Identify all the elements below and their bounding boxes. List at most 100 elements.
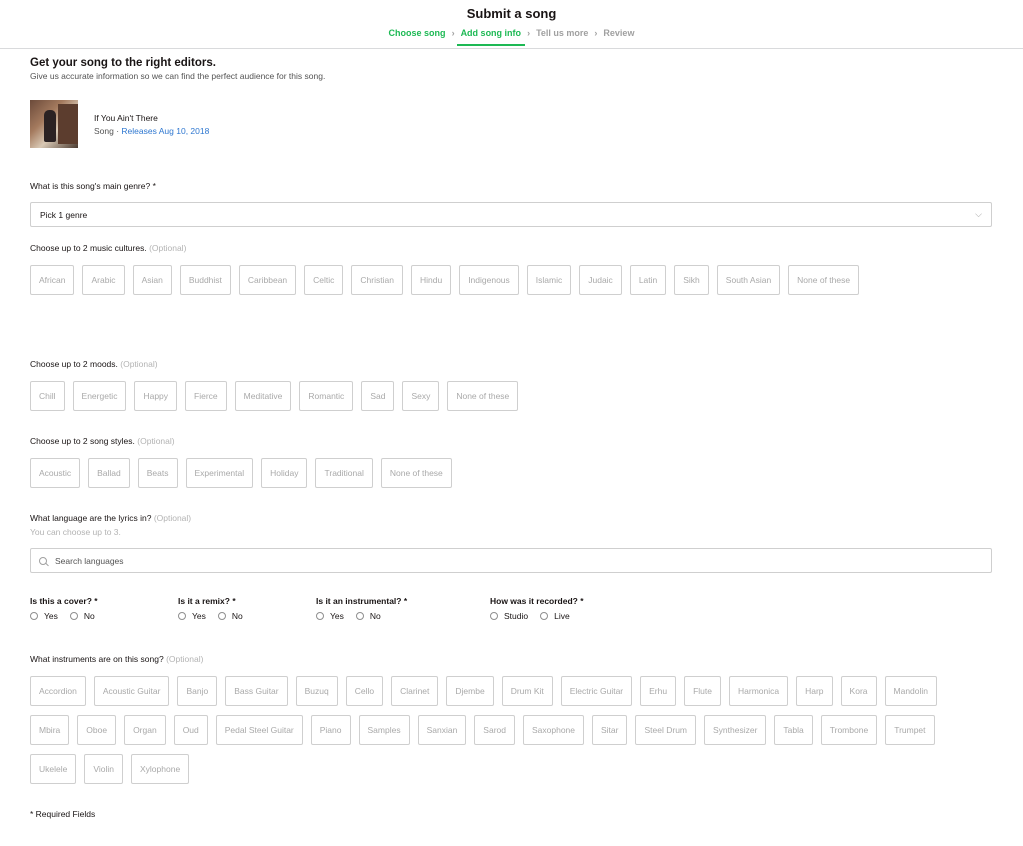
chip-accordion[interactable]: Accordion [30,676,86,706]
chip-romantic[interactable]: Romantic [299,381,354,411]
chip-judaic[interactable]: Judaic [579,265,622,295]
chip-samples[interactable]: Samples [358,715,410,745]
step-add-song-info[interactable]: Add song info [456,28,526,46]
chip-mandolin[interactable]: Mandolin [884,676,938,706]
radio-studio[interactable]: Studio [490,611,528,621]
chip-erhu[interactable]: Erhu [640,676,677,706]
genre-label-text: What is this song's main genre? * [30,181,156,191]
radio-no[interactable]: No [355,611,381,621]
chip-cello[interactable]: Cello [345,676,384,706]
chip-experimental[interactable]: Experimental [185,458,254,488]
language-label-text: What language are the lyrics in? [30,513,152,523]
chevron-down-icon: ⌵ [975,209,982,219]
chip-trumpet[interactable]: Trumpet [885,715,935,745]
radio-yes[interactable]: Yes [316,611,344,621]
chip-oud[interactable]: Oud [173,715,208,745]
chip-tabla[interactable]: Tabla [774,715,813,745]
chip-drum-kit[interactable]: Drum Kit [501,676,553,706]
language-search[interactable] [30,548,992,573]
chip-clarinet[interactable]: Clarinet [391,676,439,706]
chip-islamic[interactable]: Islamic [526,265,572,295]
step-choose-song[interactable]: Choose song [385,28,450,38]
genre-label: What is this song's main genre? * [30,181,156,191]
chip-sarod[interactable]: Sarod [474,715,515,745]
chip-indigenous[interactable]: Indigenous [459,265,519,295]
radio-label: No [231,611,243,621]
chip-none-of-these[interactable]: None of these [380,458,452,488]
chip-electric-guitar[interactable]: Electric Guitar [560,676,633,706]
chip-saxophone[interactable]: Saxophone [522,715,584,745]
chip-sikh[interactable]: Sikh [674,265,709,295]
form-content: Get your song to the right editors. Give… [30,57,992,819]
chip-sanxian[interactable]: Sanxian [417,715,467,745]
chip-buzuq[interactable]: Buzuq [295,676,338,706]
optional-tag: (Optional) [120,359,158,369]
chip-caribbean[interactable]: Caribbean [238,265,297,295]
chip-sitar[interactable]: Sitar [592,715,628,745]
chip-harp[interactable]: Harp [796,676,833,706]
chip-sexy[interactable]: Sexy [402,381,440,411]
genre-select-value: Pick 1 genre [40,209,88,220]
chip-bass-guitar[interactable]: Bass Guitar [225,676,288,706]
cover-question: Is this a cover? * Yes No [30,596,107,621]
chip-ukelele[interactable]: Ukelele [30,754,77,784]
radio-yes[interactable]: Yes [30,611,58,621]
chip-steel-drum[interactable]: Steel Drum [635,715,696,745]
chip-piano[interactable]: Piano [310,715,351,745]
radio-no[interactable]: No [217,611,243,621]
chip-celtic[interactable]: Celtic [304,265,344,295]
chip-beats[interactable]: Beats [137,458,178,488]
optional-tag: (Optional) [149,243,187,253]
chip-happy[interactable]: Happy [134,381,178,411]
chip-ballad[interactable]: Ballad [88,458,130,488]
chip-buddhist[interactable]: Buddhist [179,265,231,295]
chip-trombone[interactable]: Trombone [820,715,878,745]
chip-flute[interactable]: Flute [684,676,721,706]
chip-xylophone[interactable]: Xylophone [131,754,190,784]
radio-label: No [369,611,381,621]
chip-holiday[interactable]: Holiday [261,458,308,488]
moods-chips: Chill Energetic Happy Fierce Meditative Roman… [30,381,992,411]
chip-synthesizer[interactable]: Synthesizer [704,715,767,745]
chip-violin[interactable]: Violin [84,754,123,784]
chip-meditative[interactable]: Meditative [234,381,292,411]
chip-christian[interactable]: Christian [351,265,403,295]
chip-harmonica[interactable]: Harmonica [729,676,789,706]
genre-select[interactable]: Pick 1 genre ⌵ [30,202,992,227]
radio-group: Yes No [316,611,407,621]
chip-hindu[interactable]: Hindu [410,265,452,295]
chip-mbira[interactable]: Mbira [30,715,70,745]
chip-asian[interactable]: Asian [132,265,172,295]
language-search-input[interactable] [55,555,955,566]
chip-none-of-these[interactable]: None of these [788,265,860,295]
chip-chill[interactable]: Chill [30,381,65,411]
chip-latin[interactable]: Latin [629,265,667,295]
radio-label: Studio [504,611,529,621]
chip-sad[interactable]: Sad [361,381,395,411]
chip-traditional[interactable]: Traditional [315,458,373,488]
radio-circle-icon [540,612,549,620]
radio-circle-icon [355,612,364,620]
song-info: If You Ain't There Song · Releases Aug 1… [94,113,209,136]
chip-acoustic[interactable]: Acoustic [30,458,81,488]
chip-arabic[interactable]: Arabic [82,265,125,295]
chip-kora[interactable]: Kora [840,676,877,706]
radio-label: Yes [44,611,58,621]
chip-south-asian[interactable]: South Asian [716,265,781,295]
chip-djembe[interactable]: Djembe [446,676,494,706]
chip-african[interactable]: African [30,265,75,295]
radio-no[interactable]: No [69,611,95,621]
chip-fierce[interactable]: Fierce [185,381,227,411]
chip-oboe[interactable]: Oboe [77,715,117,745]
search-icon [39,556,47,565]
radio-yes[interactable]: Yes [178,611,206,621]
chip-banjo[interactable]: Banjo [177,676,218,706]
chip-energetic[interactable]: Energetic [72,381,127,411]
radio-live[interactable]: Live [540,611,570,621]
chip-none-of-these[interactable]: None of these [447,381,519,411]
chip-organ[interactable]: Organ [124,715,166,745]
cover-figure-shape [44,110,56,142]
song-type: Song [94,125,114,136]
chip-acoustic-guitar[interactable]: Acoustic Guitar [93,676,170,706]
chip-pedal-steel-guitar[interactable]: Pedal Steel Guitar [215,715,303,745]
